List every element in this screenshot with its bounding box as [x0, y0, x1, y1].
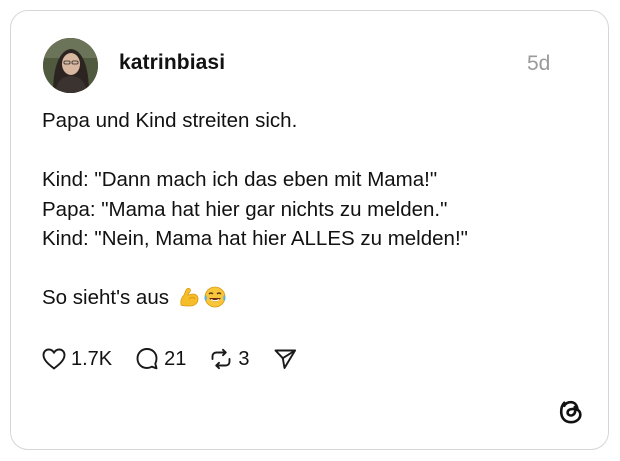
face-with-tears-of-joy-icon	[203, 285, 227, 309]
speech-bubble-icon	[134, 346, 160, 372]
post-card: katrinbiasi 5d Papa und Kind streiten si…	[10, 10, 609, 450]
repost-button[interactable]: 3	[208, 346, 250, 372]
post-text-line: Kind: "Dann mach ich das eben mit Mama!"	[42, 168, 438, 191]
post-text-line: So sieht's aus	[42, 286, 169, 309]
username[interactable]: katrinbiasi	[119, 51, 225, 75]
like-count: 1.7K	[71, 347, 113, 370]
post-text-spacer	[42, 254, 582, 284]
post-text-line: Papa: "Mama hat hier gar nichts zu melde…	[42, 197, 448, 221]
threads-logo-icon[interactable]	[558, 397, 584, 425]
post-text-spacer	[42, 136, 582, 166]
post-text-line: Papa und Kind streiten sich.	[42, 109, 298, 132]
share-button[interactable]	[272, 346, 298, 372]
reply-button[interactable]: 21	[134, 346, 186, 372]
reply-count: 21	[164, 347, 187, 370]
flexed-biceps-icon	[177, 285, 201, 309]
repost-count: 3	[238, 347, 250, 370]
post-timestamp: 5d	[527, 52, 551, 75]
post-text-last-line: So sieht's aus	[42, 283, 582, 313]
heart-icon	[41, 347, 67, 371]
avatar[interactable]	[43, 38, 98, 93]
repost-arrows-icon	[208, 346, 234, 372]
send-icon	[272, 346, 298, 372]
post-text-line: Kind: "Nein, Mama hat hier ALLES zu meld…	[42, 227, 468, 250]
post-text: Papa und Kind streiten sich. Kind: "Dann…	[42, 106, 582, 313]
post-actions: 1.7K 21 3	[41, 344, 320, 374]
like-button[interactable]: 1.7K	[41, 347, 112, 371]
